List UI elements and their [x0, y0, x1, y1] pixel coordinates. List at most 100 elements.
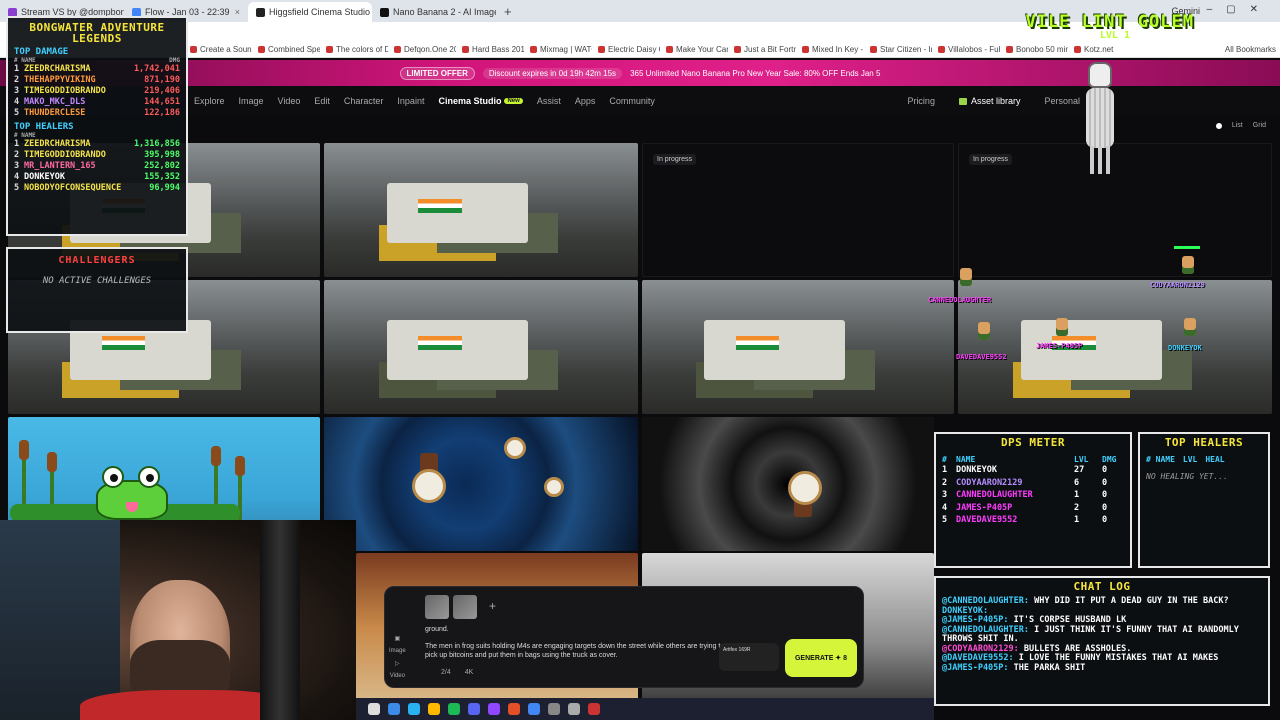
workspace-selector[interactable]: Personal	[1044, 96, 1080, 106]
nav-character[interactable]: Character	[344, 96, 384, 106]
bookmark-icon	[734, 46, 741, 53]
new-badge: New	[504, 98, 523, 104]
bookmark[interactable]: Mixed In Key - DJ S...	[802, 45, 864, 54]
chat-log-title: CHAT LOG	[1073, 580, 1131, 593]
leaderboard-row: 2 TIMEGODDIOBRANDO 395,998	[14, 150, 180, 160]
bookmark-icon	[530, 46, 537, 53]
chat-username: @DAVEDAVE9552:	[942, 653, 1014, 663]
generated-image[interactable]	[642, 417, 934, 551]
resolution-selector[interactable]: 4K	[465, 669, 474, 676]
prompt-input[interactable]: ground. The men in frog suits holding M4…	[425, 625, 725, 660]
start-icon[interactable]	[368, 703, 380, 715]
model-selector[interactable]: Artifex 169R	[719, 643, 779, 671]
chat-message: @CANNEDOLAUGHTER: WHY DID IT PUT A DEAD …	[942, 596, 1262, 607]
nav-image[interactable]: Image	[239, 96, 264, 106]
bookmark[interactable]: Defqon.One 2013 H...	[394, 45, 456, 54]
bookmark-icon	[326, 46, 333, 53]
bookmark-icon	[258, 46, 265, 53]
image-mode-icon[interactable]: ▣	[395, 635, 401, 642]
taskbar-app-icon[interactable]	[548, 703, 560, 715]
chat-text: I LOVE THE FUNNY MISTAKES THAT AI MAKES	[1018, 653, 1219, 663]
sprite-name-label: CANNEDOLAUGHTER	[928, 296, 992, 304]
view-grid-button[interactable]: Grid	[1253, 122, 1266, 129]
batch-count[interactable]: 2/4	[441, 669, 451, 676]
chat-text: THE PARKA SHIT	[1013, 662, 1086, 673]
video-mode-label[interactable]: Video	[390, 673, 405, 679]
boss-sprite	[1082, 60, 1118, 178]
bookmark-icon	[802, 46, 809, 53]
bookmark[interactable]: Kotz.net	[1074, 45, 1136, 54]
all-bookmarks-button[interactable]: All Bookmarks	[1225, 45, 1276, 54]
view-toggle: List Grid	[1215, 122, 1266, 129]
dps-row: 5 DAVEDAVE9552 1 0	[942, 515, 1108, 525]
bookmark[interactable]: Just a Bit Fortress -...	[734, 45, 796, 54]
leaderboard-row: 3 TIMEGODDIOBRANDO 219,406	[14, 86, 180, 96]
leaderboard-row: 1 ZEEDRCHARISMA 1,316,856	[14, 139, 180, 149]
generated-image[interactable]	[324, 280, 638, 414]
bookmark-icon	[394, 46, 401, 53]
new-tab-button[interactable]: +	[496, 4, 520, 19]
nav-community[interactable]: Community	[609, 96, 655, 106]
chat-text: IT'S CORPSE HUSBAND LK	[1013, 615, 1127, 625]
taskbar-app-icon[interactable]	[468, 703, 480, 715]
taskbar-app-icon[interactable]	[528, 703, 540, 715]
toggle-dot-icon[interactable]	[1215, 122, 1222, 129]
taskbar-app-icon[interactable]	[508, 703, 520, 715]
no-healing-message: NO HEALING YET...	[1146, 472, 1228, 481]
bookmark[interactable]: Bonobo 50 min F...	[1006, 45, 1068, 54]
view-list-button[interactable]: List	[1232, 122, 1243, 129]
asset-library-button[interactable]: Asset library	[958, 96, 1020, 106]
player-sprite	[1184, 318, 1196, 336]
bookmark[interactable]: Star Citizen - Imgur	[870, 45, 932, 54]
tab-favicon-icon	[256, 7, 265, 17]
image-mode-label[interactable]: Image	[389, 648, 406, 654]
leaderboard-subtitle: LEGENDS	[72, 32, 122, 45]
challengers-title: CHALLENGERS	[58, 255, 136, 266]
bookmark[interactable]: Mixmag | WATCH D...	[530, 45, 592, 54]
bookmark[interactable]: The colors of Defqo...	[326, 45, 388, 54]
generated-image[interactable]	[642, 280, 954, 414]
generated-image[interactable]	[324, 143, 638, 277]
taskbar-app-icon[interactable]	[388, 703, 400, 715]
nav-explore[interactable]: Explore	[194, 96, 225, 106]
nav-cinema-studio[interactable]: Cinema Studio New	[438, 96, 523, 106]
taskbar-app-icon[interactable]	[448, 703, 460, 715]
taskbar-app-icon[interactable]	[428, 703, 440, 715]
top-healers-heading: TOP HEALERS	[14, 122, 74, 132]
boss-name: VILE LINT GOLEM	[1025, 12, 1194, 32]
player-sprite	[960, 268, 972, 286]
bookmark[interactable]: Hard Bass 2013 (Liv...	[462, 45, 524, 54]
reference-thumbnail[interactable]	[453, 595, 477, 619]
bookmark[interactable]: Villalobos - Fuhrsun...	[938, 45, 1000, 54]
pricing-link[interactable]: Pricing	[907, 96, 935, 106]
nav-video[interactable]: Video	[278, 96, 301, 106]
bookmark-icon	[938, 46, 945, 53]
add-reference-icon[interactable]: +	[489, 599, 496, 613]
bookmark[interactable]: Electric Daisy Carniv...	[598, 45, 660, 54]
bookmark[interactable]: Create a Sound Tea...	[190, 45, 252, 54]
bookmark-icon	[666, 46, 673, 53]
bookmark[interactable]: Make Your Car Fast...	[666, 45, 728, 54]
taskbar-app-icon[interactable]	[568, 703, 580, 715]
leaderboard-row: 2 THEHAPPYVIKING 871,190	[14, 75, 180, 85]
taskbar-app-icon[interactable]	[408, 703, 420, 715]
generated-image[interactable]	[958, 280, 1272, 414]
browser-tab[interactable]: Nano Banana 2 - AI Image Gen×	[372, 2, 496, 22]
browser-tab-active[interactable]: Higgsfield Cinema Studio | Prof×	[248, 2, 372, 22]
nav-edit[interactable]: Edit	[314, 96, 330, 106]
generate-button[interactable]: GENERATE ✦ 8	[785, 639, 857, 677]
sprite-name-label: JAMES-P405P	[1036, 342, 1083, 350]
taskbar-app-icon[interactable]	[588, 703, 600, 715]
nav-apps[interactable]: Apps	[575, 96, 596, 106]
window-controls[interactable]: –▢✕	[1207, 4, 1272, 15]
close-tab-icon[interactable]: ×	[235, 7, 240, 17]
dps-row: 1 DONKEYOK 27 0	[942, 465, 1108, 475]
video-mode-icon[interactable]: ▷	[395, 660, 400, 667]
nav-assist[interactable]: Assist	[537, 96, 561, 106]
reference-thumbnail[interactable]	[425, 595, 449, 619]
bookmark[interactable]: Combined Speed Te...	[258, 45, 320, 54]
countdown-badge: Discount expires in 0d 19h 42m 15s	[482, 67, 623, 79]
taskbar-app-icon[interactable]	[488, 703, 500, 715]
generated-image[interactable]	[324, 417, 638, 551]
nav-inpaint[interactable]: Inpaint	[397, 96, 424, 106]
